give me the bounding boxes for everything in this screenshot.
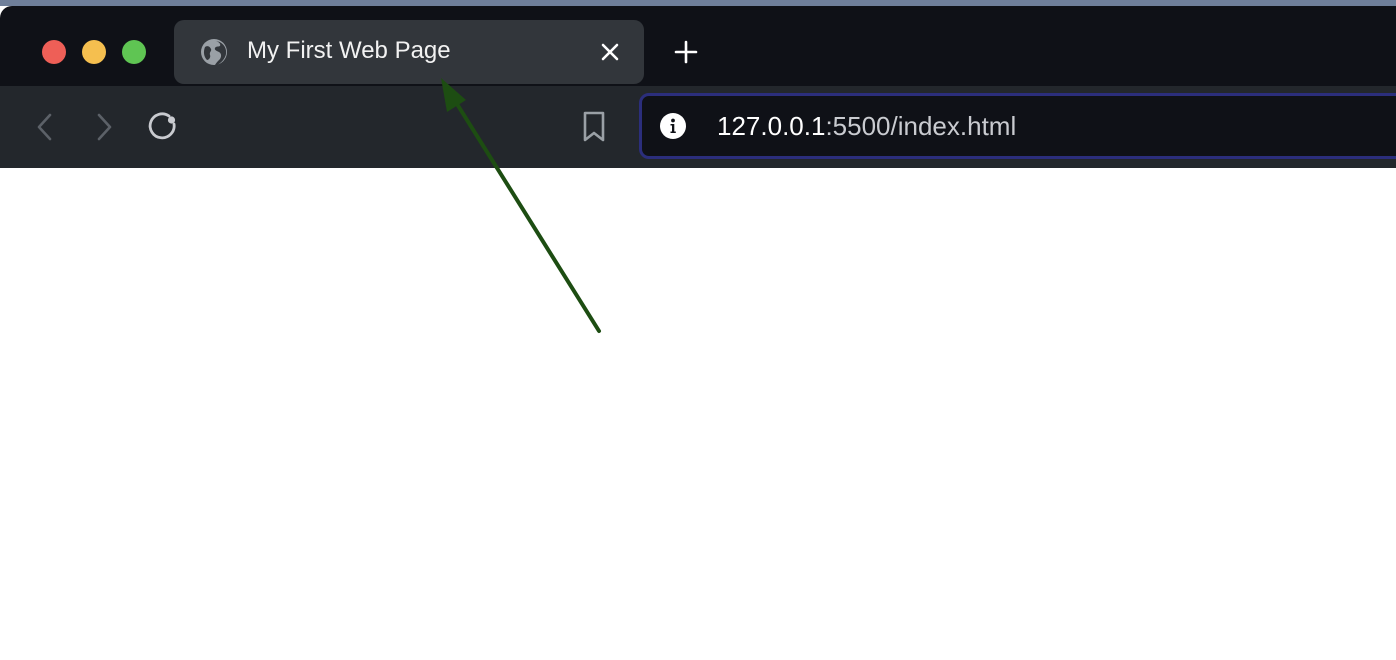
tab-my-first-web-page[interactable]: My First Web Page — [174, 20, 644, 84]
close-icon[interactable] — [599, 41, 621, 63]
bookmark-icon[interactable] — [578, 110, 610, 142]
info-icon[interactable] — [660, 113, 686, 139]
chevron-left-icon[interactable] — [30, 111, 62, 143]
reload-icon[interactable] — [147, 110, 179, 142]
window-maximize-button[interactable] — [122, 40, 146, 64]
url-host: 127.0.0.1 — [717, 111, 826, 141]
plus-icon[interactable] — [674, 40, 698, 64]
window-close-button[interactable] — [42, 40, 66, 64]
tab-title: My First Web Page — [247, 37, 451, 64]
browser-window: My First Web Page 127.0.0.1:5500/index.h… — [0, 0, 1396, 660]
address-bar[interactable]: 127.0.0.1:5500/index.html — [639, 93, 1396, 159]
url-path: :5500/index.html — [825, 111, 1017, 141]
window-minimize-button[interactable] — [82, 40, 106, 64]
url-text: 127.0.0.1:5500/index.html — [717, 111, 1016, 142]
browser-toolbar: 127.0.0.1:5500/index.html — [0, 86, 1396, 168]
tab-strip: My First Web Page — [0, 6, 1396, 86]
globe-icon — [201, 39, 227, 65]
chevron-right-icon[interactable] — [88, 111, 120, 143]
